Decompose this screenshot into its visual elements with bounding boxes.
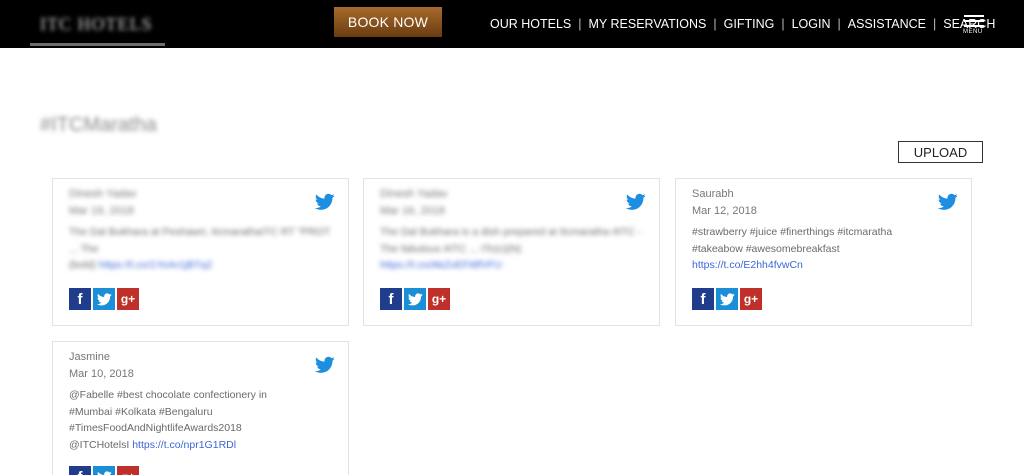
twitter-bird-icon [626,193,646,210]
nav-gifting[interactable]: GIFTING [724,17,775,31]
nav-separator: | [781,17,785,31]
nav-separator: | [837,17,841,31]
tweet-body: The Dal Bukhara is a dish prepared at It… [380,226,642,255]
menu-bar [964,25,984,27]
nav-assistance[interactable]: ASSISTANCE [848,17,926,31]
facebook-icon[interactable]: f [380,288,402,310]
tweet-card: Jasmine Mar 10, 2018 @Fabelle #best choc… [52,341,349,475]
main-nav: OUR HOTELS | MY RESERVATIONS | GIFTING |… [490,17,995,31]
tweet-link[interactable]: https://t.co/AkZoEFt8fVFU [380,259,502,271]
share-buttons: f g+ [380,288,450,310]
upload-button[interactable]: UPLOAD [898,141,983,163]
tweet-text: @Fabelle #best chocolate confectionery i… [69,387,304,453]
share-buttons: f g+ [69,288,139,310]
twitter-icon[interactable] [93,288,115,310]
nav-my-reservations[interactable]: MY RESERVATIONS [589,17,707,31]
facebook-icon[interactable]: f [69,288,91,310]
google-plus-icon[interactable]: g+ [117,466,139,475]
twitter-bird-icon [938,193,958,210]
twitter-icon[interactable] [93,466,115,475]
itc-hotels-logo[interactable]: ITC HOTELS [30,10,165,46]
top-navigation-bar: ITC HOTELS BOOK NOW OUR HOTELS | MY RESE… [0,0,1024,48]
book-now-button[interactable]: BOOK NOW [334,7,442,37]
share-buttons: f g+ [69,466,139,475]
tweet-date: Mar 12, 2018 [692,205,757,217]
google-plus-icon[interactable]: g+ [428,288,450,310]
facebook-icon[interactable]: f [692,288,714,310]
facebook-icon[interactable]: f [69,466,91,475]
tweet-card: Dinesh Yadav Mar 19, 2018 The Dal Bukhar… [52,178,349,326]
nav-separator: | [578,17,582,31]
menu-bar [964,15,984,17]
menu-bar [964,20,984,22]
logo-underline [30,43,165,46]
twitter-bird-icon [315,193,335,210]
tweet-date: Mar 16, 2018 [380,205,445,217]
tweet-text: #strawberry #juice #finerthings #itcmara… [692,224,937,274]
twitter-bird-icon [315,356,335,373]
twitter-icon[interactable] [716,288,738,310]
tweet-author: Dinesh Yadav [380,188,448,200]
google-plus-icon[interactable]: g+ [117,288,139,310]
tweet-body: The Dal Bukhara at Peshawri, ItcmarathaI… [69,226,331,255]
tweet-card: Saurabh Mar 12, 2018 #strawberry #juice … [675,178,972,326]
nav-login[interactable]: LOGIN [792,17,831,31]
tweet-link[interactable]: https://t.co/1Yo4v1jBTq2 [99,259,212,271]
twitter-icon[interactable] [404,288,426,310]
nav-separator: | [713,17,717,31]
hamburger-menu-icon[interactable]: MENU [962,14,986,36]
nav-separator: | [933,17,937,31]
tweet-date: Mar 19, 2018 [69,205,134,217]
tweet-link[interactable]: https://t.co/E2hh4fvwCn [692,259,803,271]
tweet-text: The Dal Bukhara is a dish prepared at It… [380,224,642,274]
share-buttons: f g+ [692,288,762,310]
tweet-author: Saurabh [692,188,734,200]
nav-our-hotels[interactable]: OUR HOTELS [490,17,571,31]
tweet-card: Dinesh Yadav Mar 16, 2018 The Dal Bukhar… [363,178,660,326]
menu-label: MENU [963,29,983,35]
tweet-link[interactable]: https://t.co/npr1G1RDl [132,439,236,451]
tweet-prefix: (bold) [69,259,99,271]
google-plus-icon[interactable]: g+ [740,288,762,310]
tweet-author: Jasmine [69,351,110,363]
tweet-text: The Dal Bukhara at Peshawri, ItcmarathaI… [69,224,331,274]
tweet-author: Dinesh Yadav [69,188,137,200]
page-hashtag-title: #ITCMaratha [40,114,157,136]
logo-text: ITC HOTELS [40,14,153,34]
tweet-body: #strawberry #juice #finerthings #itcmara… [692,226,893,255]
tweet-date: Mar 10, 2018 [69,368,134,380]
